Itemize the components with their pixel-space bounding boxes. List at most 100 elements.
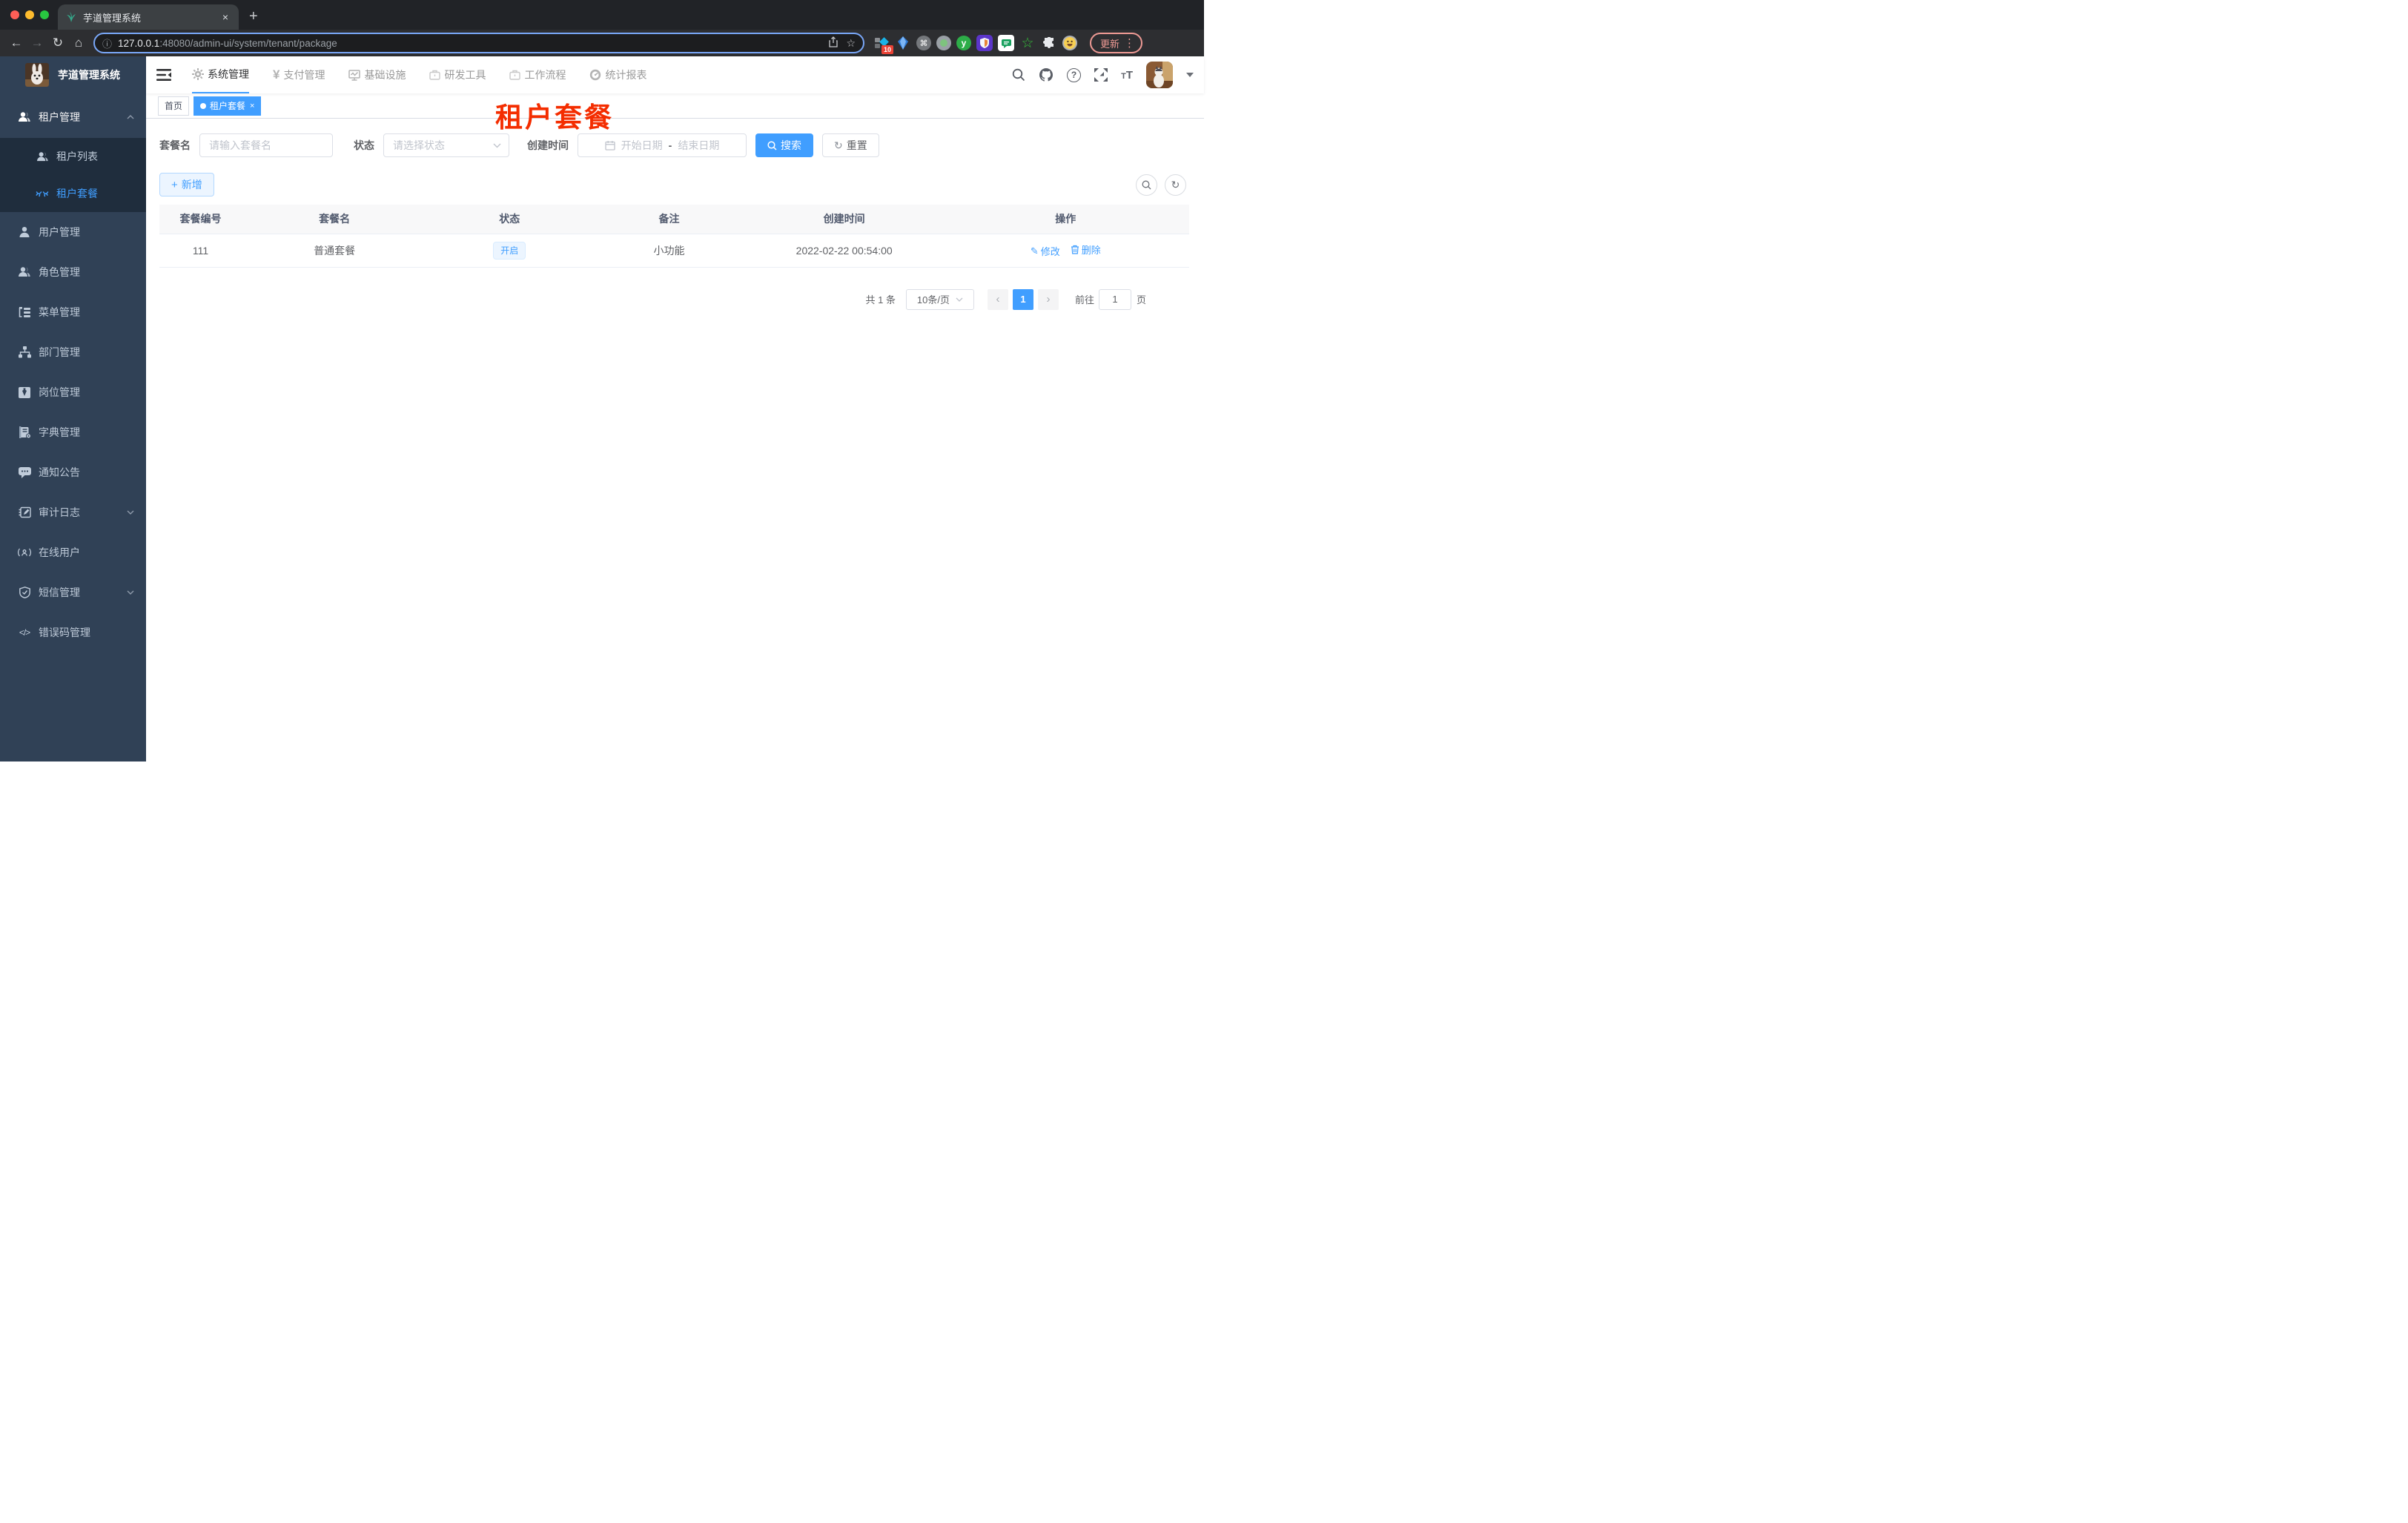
- browser-tab[interactable]: 芋道管理系统 ×: [58, 4, 239, 30]
- caret-down-icon[interactable]: [1186, 73, 1194, 77]
- site-info-icon[interactable]: ⓘ: [102, 36, 112, 50]
- refresh-icon: ↻: [834, 139, 843, 151]
- delete-link[interactable]: 删除: [1071, 242, 1101, 257]
- extensions-puzzle-icon[interactable]: [1041, 35, 1057, 51]
- name-filter-label: 套餐名: [159, 139, 191, 151]
- package-name-input[interactable]: [199, 133, 333, 157]
- cell-package-id: 111: [159, 234, 242, 268]
- sidebar-item-menu-management[interactable]: 菜单管理: [0, 292, 146, 332]
- status-select[interactable]: 请选择状态: [383, 133, 509, 157]
- goto-page-input[interactable]: [1098, 288, 1131, 310]
- share-icon[interactable]: [828, 36, 838, 50]
- tag-tenant-package[interactable]: 租户套餐 ×: [194, 96, 262, 116]
- font-size-icon[interactable]: TT: [1121, 69, 1133, 82]
- browser-toolbar: ← → ↻ ⌂ ⓘ 127.0.0.1 :48080/admin-ui/syst…: [0, 30, 1204, 56]
- goto-label: 前往: [1074, 294, 1094, 305]
- sidebar-item-dept-management[interactable]: 部门管理: [0, 332, 146, 372]
- ext-y-icon[interactable]: y: [956, 36, 971, 50]
- window-close-button[interactable]: [10, 10, 19, 19]
- new-tab-button[interactable]: +: [249, 8, 258, 25]
- sidebar-item-online-users[interactable]: 在线用户: [0, 532, 146, 572]
- github-icon[interactable]: [1039, 67, 1054, 82]
- ext-gem-icon[interactable]: [895, 35, 911, 51]
- sidebar-item-dict-management[interactable]: 字典管理: [0, 412, 146, 452]
- sidebar-logo-row[interactable]: 芋道管理系统: [0, 56, 146, 93]
- sidebar-item-role-management[interactable]: 角色管理: [0, 252, 146, 292]
- created-filter-label: 创建时间: [527, 139, 569, 151]
- tab-title: 芋道管理系统: [83, 12, 142, 24]
- forward-icon[interactable]: →: [27, 36, 47, 50]
- top-nav-system[interactable]: 系统管理: [192, 56, 249, 93]
- browser-menu-icon[interactable]: ⋮: [1124, 36, 1135, 50]
- edit-link-label: 修改: [1040, 246, 1060, 258]
- monitor-icon: [348, 69, 361, 81]
- sidebar-item-audit-log[interactable]: 审计日志: [0, 492, 146, 532]
- help-icon[interactable]: ?: [1067, 67, 1082, 82]
- search-button-label: 搜索: [781, 139, 801, 151]
- ext-star-icon[interactable]: ☆: [1019, 35, 1036, 51]
- pagination: 共 1 条 10条/页 ‹ 1 › 前往 页: [159, 288, 1189, 310]
- page-content: 套餐名 状态 请选择状态 创建时间 开始日期 - 结束日期: [146, 119, 1204, 762]
- search-button[interactable]: 搜索: [755, 133, 813, 157]
- tab-close-icon[interactable]: ×: [219, 11, 231, 23]
- page-number-button[interactable]: 1: [1012, 288, 1033, 310]
- briefcase-icon: [509, 70, 521, 80]
- bookmark-star-icon[interactable]: ☆: [846, 37, 856, 50]
- ext-dot-icon[interactable]: [936, 36, 951, 50]
- back-icon[interactable]: ←: [6, 36, 27, 50]
- filter-form: 套餐名 状态 请选择状态 创建时间 开始日期 - 结束日期: [159, 133, 1189, 157]
- collapse-sidebar-icon[interactable]: [146, 68, 182, 82]
- top-nav-dev-tools[interactable]: 研发工具: [429, 56, 486, 93]
- prev-page-button[interactable]: ‹: [987, 288, 1008, 310]
- top-nav-reports[interactable]: 统计报表: [589, 56, 646, 93]
- sidebar-item-tenant-management[interactable]: 租户管理: [0, 96, 146, 138]
- sidebar-item-label: 字典管理: [39, 426, 80, 438]
- ext-diamond-icon[interactable]: 10: [873, 35, 893, 54]
- home-icon[interactable]: ⌂: [68, 36, 89, 50]
- briefcase-icon: [429, 70, 441, 80]
- cell-remark: 小功能: [592, 234, 747, 268]
- sidebar-item-post-management[interactable]: 岗位管理: [0, 372, 146, 412]
- url-bar[interactable]: ⓘ 127.0.0.1 :48080/admin-ui/system/tenan…: [93, 33, 864, 53]
- reset-button[interactable]: ↻ 重置: [822, 133, 879, 157]
- ext-shield-icon[interactable]: [976, 35, 993, 51]
- top-nav-payment[interactable]: ¥ 支付管理: [273, 56, 325, 93]
- app-root: 租户套餐 芋道管理系统 租户管理 租户列表 租户套餐 用户管理 角色管理 菜单管…: [0, 56, 1204, 762]
- user-icon: [18, 225, 31, 239]
- ext-command-icon[interactable]: ⌘: [916, 36, 931, 50]
- chevron-down-icon: [127, 590, 134, 595]
- sidebar-item-tenant-package[interactable]: 租户套餐: [0, 175, 146, 212]
- window-zoom-button[interactable]: [40, 10, 49, 19]
- col-header-id: 套餐编号: [159, 205, 242, 234]
- date-range-picker[interactable]: 开始日期 - 结束日期: [578, 133, 747, 157]
- search-icon[interactable]: [1012, 68, 1025, 82]
- header-actions: ? TT: [1012, 62, 1204, 88]
- add-button[interactable]: + 新增: [159, 173, 214, 196]
- top-nav-infrastructure[interactable]: 基础设施: [348, 56, 406, 93]
- ext-smiley-icon[interactable]: [1062, 36, 1077, 50]
- col-header-created: 创建时间: [746, 205, 942, 234]
- tag-close-icon[interactable]: ×: [250, 102, 254, 110]
- reload-icon[interactable]: ↻: [47, 36, 68, 50]
- avatar[interactable]: [1146, 62, 1173, 88]
- edit-link[interactable]: ✎ 修改: [1031, 244, 1060, 258]
- top-nav-workflow[interactable]: 工作流程: [509, 56, 566, 93]
- page-size-select[interactable]: 10条/页: [905, 288, 974, 310]
- refresh-table-button[interactable]: ↻: [1165, 174, 1186, 196]
- sidebar-item-notice[interactable]: 通知公告: [0, 452, 146, 492]
- log-edit-icon: [18, 506, 31, 519]
- next-page-button[interactable]: ›: [1037, 288, 1059, 310]
- sidebar-item-tenant-list[interactable]: 租户列表: [0, 138, 146, 175]
- browser-update-button[interactable]: 更新 ⋮: [1090, 33, 1143, 53]
- tag-home[interactable]: 首页: [158, 96, 190, 116]
- sidebar-item-sms-management[interactable]: 短信管理: [0, 572, 146, 612]
- sidebar-item-label: 错误码管理: [39, 627, 90, 638]
- user-group-icon: [18, 110, 31, 124]
- toggle-search-button[interactable]: [1136, 174, 1157, 196]
- sidebar-item-error-code[interactable]: </> 错误码管理: [0, 612, 146, 653]
- window-minimize-button[interactable]: [25, 10, 34, 19]
- sidebar-item-user-management[interactable]: 用户管理: [0, 212, 146, 252]
- fullscreen-icon[interactable]: [1094, 68, 1108, 82]
- ext-chat-icon[interactable]: [998, 35, 1014, 51]
- page-size-value: 10条/页: [916, 294, 950, 305]
